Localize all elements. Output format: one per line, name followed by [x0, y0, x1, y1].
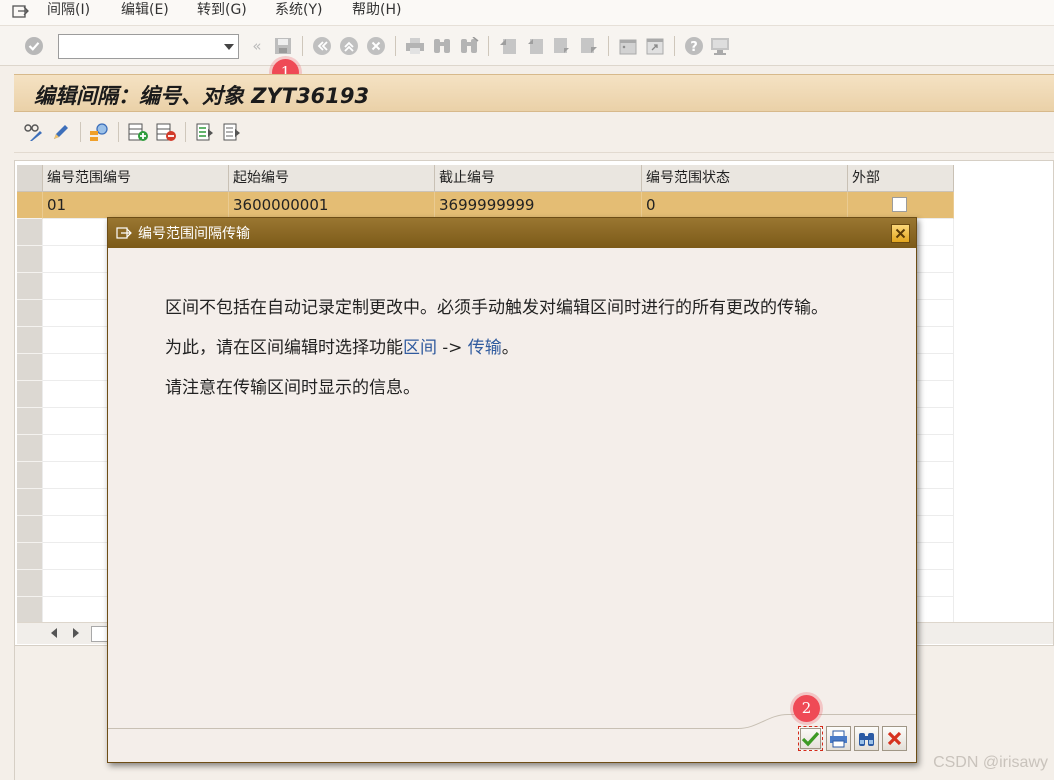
display-change-icon[interactable]: [22, 121, 44, 143]
row-selector[interactable]: [17, 435, 43, 462]
row-selector[interactable]: [17, 570, 43, 597]
row-selector[interactable]: [17, 408, 43, 435]
checkmark-icon: [801, 731, 820, 747]
column-header-status[interactable]: 编号范围状态: [642, 165, 848, 191]
next-page-icon[interactable]: [551, 35, 573, 57]
row-selector[interactable]: [17, 219, 43, 246]
save-icon[interactable]: [272, 35, 294, 57]
command-field[interactable]: [58, 34, 239, 59]
dialog-title: 编号范围间隔传输: [138, 226, 250, 242]
menu-bar: 间隔(I) 编辑(E) 转到(G) 系统(Y) 帮助(H): [0, 0, 1054, 26]
menu-path-interval-link: 区间: [403, 338, 437, 358]
row-selector[interactable]: [17, 300, 43, 327]
row-selector[interactable]: [17, 489, 43, 516]
message-paragraph-2: 为此，请在区间编辑时选择功能区间 -> 传输。: [165, 338, 895, 359]
title-bar: 编辑间隔：编号、对象 ZYT36193: [14, 74, 1054, 112]
select-all-rows-button[interactable]: [17, 165, 43, 191]
row-selector[interactable]: [17, 516, 43, 543]
menu-interval[interactable]: 间隔(I): [47, 0, 90, 24]
message-paragraph-1: 区间不包括在自动记录定制更改中。必须手动触发对编辑区间时进行的所有更改的传输。: [165, 298, 828, 318]
menu-goto[interactable]: 转到(G): [197, 0, 247, 24]
menu-help[interactable]: 帮助(H): [352, 0, 401, 24]
row-selector[interactable]: [17, 246, 43, 273]
transport-dialog: 编号范围间隔传输 区间不包括在自动记录定制更改中。必须手动触发对编辑区间时进行的…: [107, 217, 917, 763]
dialog-message: 区间不包括在自动记录定制更改中。必须手动触发对编辑区间时进行的所有更改的传输。 …: [165, 298, 895, 418]
cell-status[interactable]: 0: [642, 192, 848, 219]
where-used-icon[interactable]: [88, 121, 110, 143]
cell-range-no[interactable]: 01: [43, 192, 229, 219]
print-icon: [830, 730, 847, 747]
customize-layout-icon[interactable]: [709, 35, 731, 57]
external-checkbox[interactable]: [892, 197, 907, 212]
dialog-title-bar: 编号范围间隔传输: [108, 218, 916, 248]
cell-external: [848, 192, 954, 219]
application-toolbar: [14, 113, 1054, 153]
insert-row-icon[interactable]: [127, 121, 149, 143]
table-header: 编号范围编号 起始编号 截止编号 编号范围状态 外部: [17, 165, 954, 192]
watermark: CSDN @irisawy: [933, 754, 1048, 771]
row-selector[interactable]: [17, 192, 43, 219]
last-page-icon[interactable]: [578, 35, 600, 57]
enter-icon[interactable]: [23, 35, 45, 57]
menu-edit[interactable]: 编辑(E): [121, 0, 169, 24]
column-header-to-no[interactable]: 截止编号: [435, 165, 642, 191]
cancel-button[interactable]: [882, 726, 907, 751]
scroll-right-icon[interactable]: [73, 628, 79, 638]
shortcut-icon[interactable]: [644, 35, 666, 57]
row-selector[interactable]: [17, 273, 43, 300]
print-button[interactable]: [826, 726, 851, 751]
step-marker-2: 2: [793, 695, 820, 722]
row-selector[interactable]: [17, 543, 43, 570]
edit-pencil-icon[interactable]: [50, 121, 72, 143]
svg-text:?: ?: [690, 40, 698, 55]
table-row[interactable]: 01 3600000001 3699999999 0: [17, 192, 954, 219]
find-next-icon[interactable]: [458, 35, 480, 57]
menu-path-arrow: ->: [437, 338, 468, 358]
find-button[interactable]: [854, 726, 879, 751]
first-page-icon[interactable]: [497, 35, 519, 57]
find-icon[interactable]: [431, 35, 453, 57]
row-selector[interactable]: [17, 462, 43, 489]
cancel-x-icon: [887, 731, 902, 746]
column-header-external[interactable]: 外部: [848, 165, 954, 191]
previous-page-icon[interactable]: [524, 35, 546, 57]
chevron-down-icon[interactable]: [224, 44, 234, 50]
new-session-icon[interactable]: [617, 35, 639, 57]
app-menu-icon[interactable]: [12, 3, 30, 19]
cancel-icon[interactable]: [365, 35, 387, 57]
back-icon[interactable]: [311, 35, 333, 57]
row-selector[interactable]: [17, 381, 43, 408]
scroll-left-icon[interactable]: [51, 628, 57, 638]
cell-to-no[interactable]: 3699999999: [435, 192, 642, 219]
close-icon: [895, 228, 906, 239]
row-selector[interactable]: [17, 327, 43, 354]
menu-system[interactable]: 系统(Y): [275, 0, 322, 24]
message-text: 为此，请在区间编辑时选择功能: [165, 338, 403, 358]
delete-row-icon[interactable]: [155, 121, 177, 143]
deselect-all-icon[interactable]: [221, 121, 243, 143]
dialog-close-button[interactable]: [891, 224, 910, 243]
row-selector[interactable]: [17, 597, 43, 624]
page-title: 编辑间隔：编号、对象 ZYT36193: [34, 84, 370, 108]
menu-path-transport-link: 传输: [467, 338, 502, 358]
double-chevron-left-icon: «: [252, 37, 262, 55]
binoculars-icon: [859, 732, 874, 746]
column-header-from-no[interactable]: 起始编号: [229, 165, 435, 191]
cell-from-no[interactable]: 3600000001: [229, 192, 435, 219]
continue-button[interactable]: [798, 726, 823, 751]
exit-icon[interactable]: [338, 35, 360, 57]
help-icon[interactable]: ?: [683, 35, 705, 57]
row-selector[interactable]: [17, 354, 43, 381]
standard-toolbar: « ?: [0, 26, 1054, 66]
select-all-icon[interactable]: [194, 121, 216, 143]
message-paragraph-3: 请注意在传输区间时显示的信息。: [165, 378, 420, 398]
column-header-range-no[interactable]: 编号范围编号: [43, 165, 229, 191]
dialog-window-icon: [116, 225, 132, 244]
message-text-end: 。: [501, 338, 519, 358]
print-icon[interactable]: [404, 35, 426, 57]
